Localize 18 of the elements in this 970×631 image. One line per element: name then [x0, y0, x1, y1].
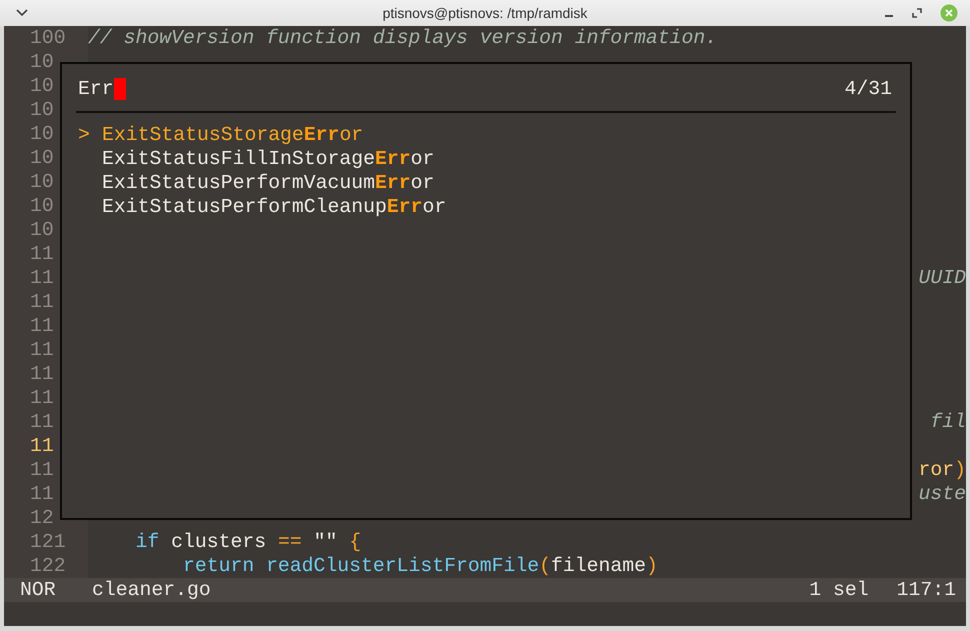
selection-count: 1 sel: [809, 579, 869, 601]
line-number: 121: [4, 530, 88, 554]
window-title: ptisnovs@ptisnovs: /tmp/ramdisk: [382, 5, 588, 21]
code-line: return readClusterListFromFile(filename): [182, 555, 658, 577]
mode-indicator: NOR: [20, 579, 57, 601]
code-fragment: UUID: [918, 267, 966, 289]
file-name: cleaner.go: [92, 579, 211, 601]
match-count: 4/31: [844, 78, 892, 100]
code-fragment: fil: [930, 411, 966, 433]
chevron-down-icon[interactable]: [16, 9, 28, 17]
code-line: // showVersion function displays version information.: [88, 27, 718, 49]
line-number: 100: [4, 26, 88, 50]
code-fragment: ror): [918, 459, 966, 481]
line-number: 122: [4, 554, 88, 578]
code-line: if clusters == "" {: [134, 531, 362, 553]
code-fragment: uste: [918, 483, 966, 505]
cursor-position: 117:1: [896, 579, 956, 601]
restore-icon[interactable]: [912, 8, 922, 18]
